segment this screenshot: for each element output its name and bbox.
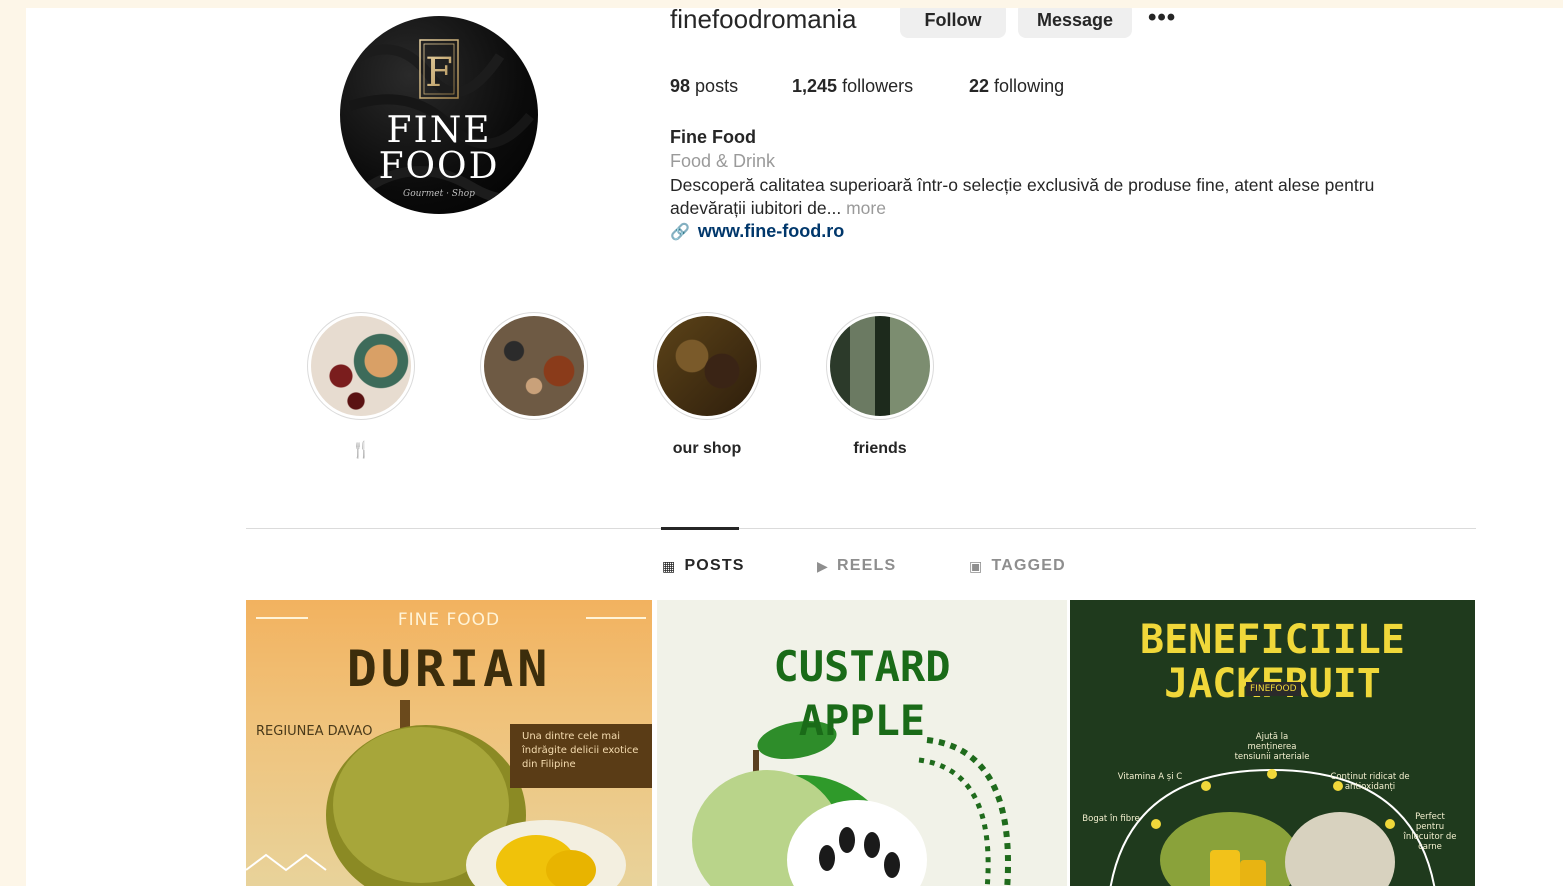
highlight-ring bbox=[307, 312, 415, 420]
post-durian-caption-box: Una dintre cele mai îndrăgite delicii ex… bbox=[510, 724, 652, 788]
post-jackfruit-title-line1: BENEFICIILE bbox=[1140, 617, 1405, 663]
logo-tagline: Gourmet · Shop bbox=[403, 189, 475, 199]
bio-website-text: www.fine-food.ro bbox=[697, 221, 845, 241]
bio-website-link[interactable]: 🔗 www.fine-food.ro bbox=[670, 221, 844, 242]
profile-username: finefoodromania bbox=[670, 8, 857, 34]
post-custard-apple-title: CUSTARD APPLE bbox=[657, 640, 1067, 748]
tab-reels-label: REELS bbox=[836, 557, 897, 574]
bio-description: Descoperă calitatea superioară într-o se… bbox=[670, 175, 1375, 218]
post-jackfruit-label-5: Perfect pentru înlocuitor de carne bbox=[1403, 812, 1457, 852]
logo-line2: FOOD bbox=[379, 146, 500, 187]
highlight-2[interactable] bbox=[478, 312, 590, 460]
highlight-ring bbox=[480, 312, 588, 420]
posts-count: 98 bbox=[670, 76, 691, 96]
profile-page: F FINE FOOD Gourmet · Shop finefoodroman… bbox=[26, 8, 1563, 886]
bio-text: Descoperă calitatea superioară într-o se… bbox=[670, 174, 1430, 220]
highlight-label: friends bbox=[853, 440, 907, 457]
following-stat[interactable]: 22 following bbox=[969, 76, 1064, 97]
link-icon: 🔗 bbox=[670, 223, 690, 241]
following-label: following bbox=[994, 76, 1065, 96]
post-durian-title: DURIAN bbox=[346, 640, 552, 698]
tab-posts-label: POSTS bbox=[684, 557, 745, 574]
post-custard-apple-title-line1: CUSTARD bbox=[773, 642, 951, 691]
active-tab-indicator bbox=[661, 527, 739, 530]
bio-category: Food & Drink bbox=[670, 151, 776, 171]
highlight-ring bbox=[653, 312, 761, 420]
grid-icon: ▦ bbox=[662, 557, 677, 574]
post-durian[interactable]: FINE FOOD DURIAN REGIUNEA DAVAO Una dint… bbox=[246, 600, 652, 886]
tab-tagged[interactable]: ▣ TAGGED bbox=[969, 557, 1066, 575]
highlight-cover-friends bbox=[830, 316, 930, 416]
highlight-4[interactable]: friends bbox=[824, 312, 936, 460]
post-jackfruit-label-1: Ajută la menținerea tensiunii arteriale bbox=[1234, 732, 1310, 762]
logo-line1: FINE bbox=[387, 110, 492, 151]
followers-label: followers bbox=[842, 76, 914, 96]
highlight-label: 🍴 bbox=[351, 442, 371, 459]
highlight-cover-shop bbox=[657, 316, 757, 416]
fine-food-logo: F FINE FOOD Gourmet · Shop bbox=[348, 39, 538, 204]
post-custard-apple[interactable]: CUSTARD APPLE bbox=[657, 600, 1067, 886]
post-jackfruit-label-3: Conținut ridicat de antioxidanți bbox=[1330, 772, 1410, 792]
tab-posts[interactable]: ▦ POSTS bbox=[662, 557, 745, 575]
post-jackfruit[interactable]: BENEFICIILE JACKFRUIT FINEFOOD Ajută la … bbox=[1070, 600, 1475, 886]
posts-count-stat: 98 posts bbox=[670, 76, 738, 97]
highlight-label bbox=[478, 440, 590, 460]
followers-count: 1,245 bbox=[792, 76, 838, 96]
reels-icon: ▶ bbox=[817, 557, 829, 574]
message-button[interactable]: Message bbox=[1018, 8, 1132, 38]
tabs-divider bbox=[246, 528, 1476, 529]
following-count: 22 bbox=[969, 76, 990, 96]
followers-stat[interactable]: 1,245 followers bbox=[792, 76, 913, 97]
highlight-label: our shop bbox=[672, 440, 742, 457]
posts-label: posts bbox=[695, 76, 739, 96]
post-jackfruit-label-2: Vitamina A și C bbox=[1117, 772, 1183, 782]
follow-button[interactable]: Follow bbox=[900, 8, 1006, 38]
highlight-1[interactable]: 🍴 bbox=[305, 312, 417, 460]
post-durian-brand: FINE FOOD bbox=[397, 610, 501, 630]
bio-more-link[interactable]: more bbox=[846, 198, 886, 218]
highlight-ring bbox=[826, 312, 934, 420]
highlight-3[interactable]: our shop bbox=[651, 312, 763, 460]
profile-avatar[interactable]: F FINE FOOD Gourmet · Shop bbox=[340, 16, 538, 214]
tab-tagged-label: TAGGED bbox=[991, 557, 1066, 574]
highlight-cover-table bbox=[484, 316, 584, 416]
post-jackfruit-label-4: Bogat în fibre bbox=[1082, 814, 1140, 824]
highlight-cover-food bbox=[311, 316, 411, 416]
tab-reels[interactable]: ▶ REELS bbox=[817, 557, 896, 575]
more-options-icon[interactable]: ••• bbox=[1148, 8, 1176, 32]
post-custard-apple-title-line2: APPLE bbox=[798, 696, 926, 745]
logo-letter: F bbox=[425, 50, 453, 96]
bio-name: Fine Food bbox=[670, 127, 756, 147]
post-durian-region: REGIUNEA DAVAO bbox=[256, 724, 373, 739]
post-jackfruit-badge: FINEFOOD bbox=[1246, 682, 1301, 696]
tagged-icon: ▣ bbox=[969, 557, 984, 574]
